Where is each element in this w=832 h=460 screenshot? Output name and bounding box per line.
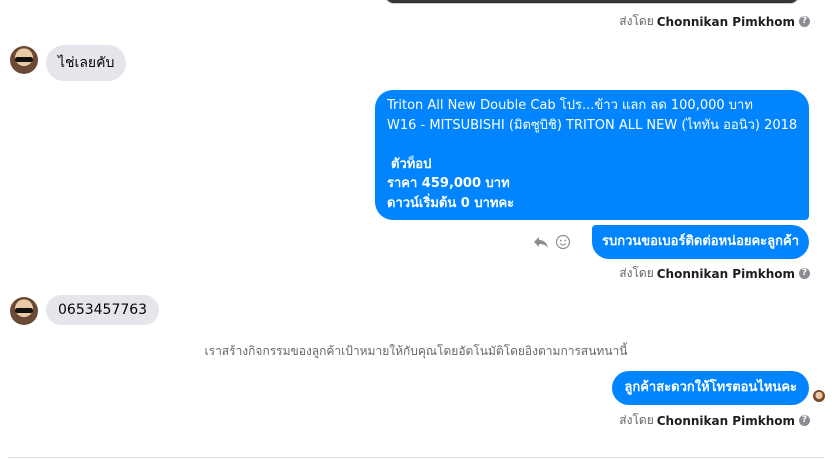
reply-icon[interactable]: [533, 234, 549, 254]
listing-line-title: Triton All New Double Cab โปร...ข้าว แลก…: [387, 98, 753, 113]
message-actions: [533, 234, 571, 254]
sender-name[interactable]: Chonnikan Pimkhom: [657, 15, 795, 29]
system-notice: เราสร้างกิจกรรมของลูกค้าเป้าหมายให้กับคุ…: [204, 344, 628, 358]
incoming-message[interactable]: ไช่เลยคับ: [46, 45, 127, 81]
composer-divider: [8, 457, 824, 458]
outgoing-listing-message[interactable]: Triton All New Double Cab โปร...ข้าว แลก…: [375, 90, 809, 220]
conversation-thread: ส่งโดย Chonnikan Pimkhom ? ไช่เลยคับ Tri…: [0, 0, 832, 460]
info-icon[interactable]: ?: [799, 268, 810, 279]
outgoing-message[interactable]: ลูกค้าสะดวกให้โทรตอนไหนคะ: [612, 371, 809, 405]
sender-name[interactable]: Chonnikan Pimkhom: [657, 414, 795, 428]
sent-by-label: ส่งโดย Chonnikan Pimkhom ?: [619, 411, 810, 430]
sent-by-label: ส่งโดย Chonnikan Pimkhom ?: [619, 12, 810, 31]
listing-line-price: ราคา 459,000 บาท: [387, 176, 510, 191]
listing-line-model: W16 - MITSUBISHI (มิตซูบิชิ) TRITON ALL …: [387, 117, 798, 133]
listing-line-blank: [387, 135, 797, 155]
listing-line-trim: ตัวท็อป: [391, 156, 432, 172]
incoming-message[interactable]: 0653457763: [46, 295, 160, 325]
sent-by-prefix: ส่งโดย: [619, 14, 654, 28]
listing-line-down: ดาวน์เริ่มต้น 0 บาทคะ: [387, 195, 515, 211]
contact-avatar[interactable]: [10, 46, 38, 74]
contact-avatar[interactable]: [10, 297, 38, 325]
seen-indicator-avatar: [812, 389, 826, 403]
shared-image-preview[interactable]: [384, 0, 800, 4]
info-icon[interactable]: ?: [799, 415, 810, 426]
info-icon[interactable]: ?: [799, 16, 810, 27]
sent-by-prefix: ส่งโดย: [619, 266, 654, 280]
emoji-icon[interactable]: [555, 234, 571, 254]
outgoing-message[interactable]: รบกวนขอเบอร์ติดต่อหน่อยคะลูกค้า: [592, 225, 809, 259]
sent-by-prefix: ส่งโดย: [619, 413, 654, 427]
sender-name[interactable]: Chonnikan Pimkhom: [657, 267, 795, 281]
sent-by-label: ส่งโดย Chonnikan Pimkhom ?: [619, 264, 810, 283]
